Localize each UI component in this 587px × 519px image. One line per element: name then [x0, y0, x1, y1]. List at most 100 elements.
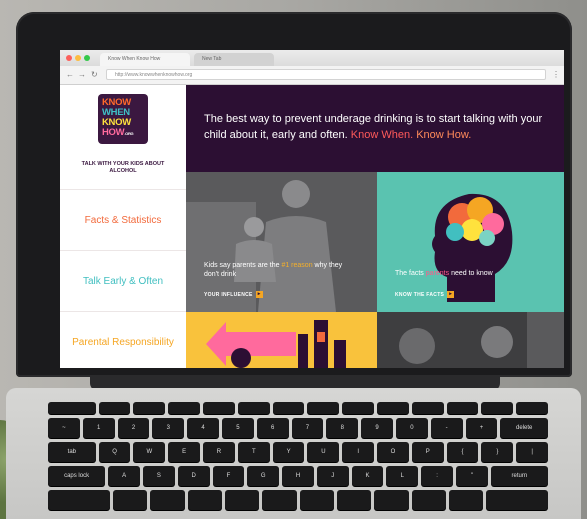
browser-tab-active[interactable]: Know When Know How — [100, 53, 190, 66]
shift-key-row — [48, 490, 549, 510]
logo-line-4: HOW.ORG — [102, 127, 134, 138]
arrow-right-icon: ▸ — [447, 291, 455, 298]
key[interactable]: K — [351, 466, 384, 486]
close-window-icon[interactable] — [66, 55, 72, 61]
key-f6[interactable] — [272, 402, 305, 414]
key[interactable]: 7 — [291, 418, 324, 438]
key-f9[interactable] — [377, 402, 409, 414]
key[interactable]: Y — [272, 442, 305, 462]
key[interactable]: } — [481, 442, 514, 462]
key-f4[interactable] — [203, 402, 235, 414]
key[interactable]: L — [386, 466, 419, 486]
key[interactable]: 9 — [361, 418, 393, 438]
browser-tab-new[interactable]: New Tab — [194, 53, 274, 66]
laptop-screen: Know When Know How New Tab ← → ↻ http://… — [60, 50, 564, 368]
key[interactable]: 4 — [187, 418, 219, 438]
tile-family-photo[interactable] — [377, 312, 564, 368]
know-the-facts-link[interactable]: KNOW THE FACTS ▸ — [395, 291, 455, 298]
key[interactable]: O — [377, 442, 409, 462]
key[interactable]: | — [516, 442, 549, 462]
key[interactable]: D — [177, 466, 210, 486]
key[interactable]: I — [342, 442, 375, 462]
key[interactable]: : — [421, 466, 454, 486]
key-delete[interactable]: delete — [500, 418, 549, 438]
key[interactable]: { — [446, 442, 479, 462]
key[interactable] — [112, 490, 148, 510]
minimize-window-icon[interactable] — [75, 55, 81, 61]
key[interactable] — [187, 490, 222, 510]
key[interactable]: 2 — [117, 418, 150, 438]
key-shift-left[interactable] — [48, 490, 110, 510]
key-esc[interactable] — [48, 402, 96, 414]
tile1-caption: Kids say parents are the #1 reason why t… — [204, 262, 343, 278]
key[interactable]: + — [465, 418, 498, 438]
key-f10[interactable] — [411, 402, 444, 414]
arrow-right-icon: ▸ — [255, 291, 263, 298]
key-f1[interactable] — [98, 402, 131, 414]
key-tab[interactable]: tab — [48, 442, 96, 462]
key[interactable]: W — [133, 442, 166, 462]
key-f2[interactable] — [133, 402, 166, 414]
forward-icon[interactable]: → — [78, 69, 86, 81]
key[interactable] — [224, 490, 260, 510]
site-logo[interactable]: KNOW WHEN KNOW HOW.ORG — [98, 94, 148, 144]
key[interactable] — [336, 490, 372, 510]
key[interactable]: 1 — [82, 418, 115, 438]
key-caps-lock[interactable]: caps lock — [48, 466, 106, 486]
hero-highlight-know-when: Know When. — [350, 129, 414, 141]
key-f12[interactable] — [481, 402, 514, 414]
browser-menu-icon[interactable]: ⋮ — [552, 69, 560, 81]
key-return[interactable]: return — [490, 466, 548, 486]
key[interactable]: G — [247, 466, 280, 486]
key[interactable]: Q — [98, 442, 131, 462]
key[interactable]: 3 — [152, 418, 185, 438]
key[interactable]: 6 — [256, 418, 289, 438]
key[interactable]: E — [168, 442, 201, 462]
address-bar[interactable]: http://www.knowwhenknowhow.org — [106, 69, 546, 80]
key[interactable]: 5 — [221, 418, 254, 438]
key[interactable]: T — [237, 442, 270, 462]
key[interactable]: ~ — [48, 418, 80, 438]
key[interactable]: 0 — [395, 418, 428, 438]
tile-your-influence[interactable]: Kids say parents are the #1 reason why t… — [186, 172, 377, 312]
key[interactable]: - — [430, 418, 463, 438]
key-f3[interactable] — [168, 402, 201, 414]
key[interactable]: H — [282, 466, 314, 486]
maximize-window-icon[interactable] — [84, 55, 90, 61]
key[interactable] — [262, 490, 297, 510]
key[interactable]: " — [456, 466, 488, 486]
tile-alcohol-illustration[interactable] — [186, 312, 377, 368]
key[interactable]: A — [108, 466, 140, 486]
reload-icon[interactable]: ↻ — [91, 69, 98, 81]
nav-parental-responsibility[interactable]: Parental Responsibility — [60, 311, 186, 368]
tile-know-the-facts[interactable]: The facts parents need to know KNOW THE … — [377, 172, 564, 312]
key-power[interactable] — [516, 402, 549, 414]
key-f5[interactable] — [237, 402, 270, 414]
nav-facts-statistics[interactable]: Facts & Statistics — [60, 189, 186, 250]
back-icon[interactable]: ← — [66, 69, 74, 81]
key[interactable]: 8 — [326, 418, 359, 438]
browser-titlebar: Know When Know How New Tab — [60, 50, 564, 66]
key-f7[interactable] — [307, 402, 340, 414]
key[interactable]: J — [316, 466, 349, 486]
key[interactable] — [374, 490, 409, 510]
family-photo — [377, 312, 564, 368]
key[interactable]: F — [212, 466, 245, 486]
key[interactable] — [411, 490, 446, 510]
key[interactable]: U — [307, 442, 340, 462]
key-shift-right[interactable] — [486, 490, 549, 510]
key[interactable]: R — [203, 442, 235, 462]
key[interactable]: P — [411, 442, 444, 462]
main-content: The best way to prevent underage drinkin… — [186, 85, 564, 368]
key[interactable] — [150, 490, 185, 510]
key-f8[interactable] — [342, 402, 375, 414]
key[interactable]: S — [142, 466, 175, 486]
your-influence-link[interactable]: YOUR INFLUENCE ▸ — [204, 291, 263, 298]
number-key-row: ~ 1 2 3 4 5 6 7 8 9 0 - + delete — [48, 418, 549, 438]
key[interactable] — [299, 490, 334, 510]
home-key-row: caps lock A S D F G H J K L : " return — [48, 466, 548, 486]
key[interactable] — [448, 490, 484, 510]
key-f11[interactable] — [446, 402, 479, 414]
nav-talk-early-often[interactable]: Talk Early & Often — [60, 250, 186, 311]
hero-banner: The best way to prevent underage drinkin… — [186, 85, 564, 172]
